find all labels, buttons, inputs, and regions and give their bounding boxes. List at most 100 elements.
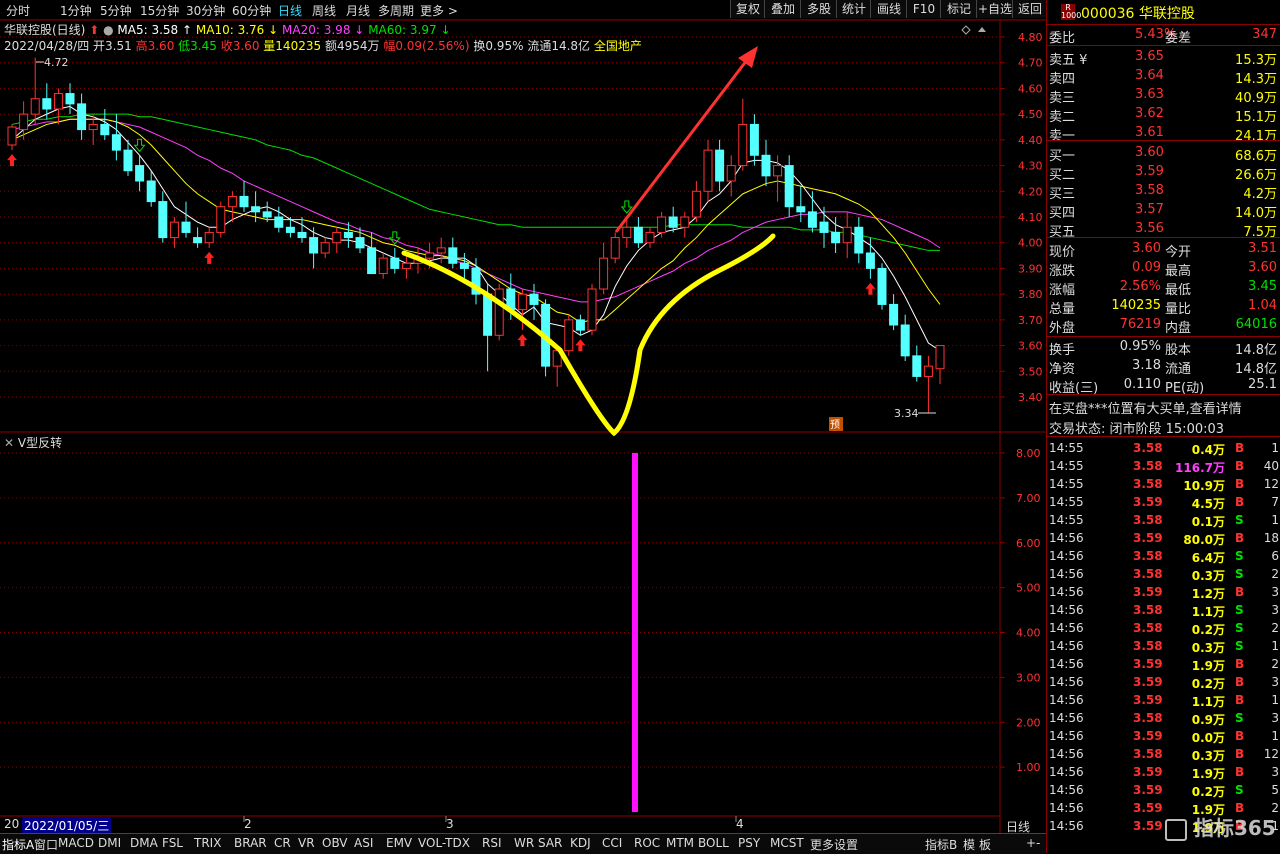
settings-icon[interactable]: ● (103, 23, 113, 37)
volume-label: 量140235 (263, 39, 322, 53)
indicator-tick-label: 2.00 (1016, 716, 1041, 729)
bottom-right-4[interactable]: + (1026, 836, 1036, 850)
bottom-right-2[interactable]: 板 (979, 836, 991, 853)
indicator-tab-25[interactable]: 设置 (834, 836, 858, 853)
candle-down (274, 216, 284, 228)
candle-down (807, 211, 817, 228)
price-tick-label: 3.50 (1018, 365, 1043, 378)
candle-up (517, 293, 527, 311)
close-icon[interactable]: ✕ (4, 436, 14, 450)
candle-down (889, 303, 899, 326)
buy-arrow-icon (575, 339, 586, 352)
indicator-tab-10[interactable]: OBV (322, 836, 348, 850)
indicator-tab-23[interactable]: MCST (770, 836, 804, 850)
ask-row[interactable]: 卖五 ¥3.65 15.3万 (1047, 48, 1280, 68)
indicator-tab-9[interactable]: VR (298, 836, 315, 850)
open-label: 开3.51 (93, 39, 132, 53)
buy-arrow-icon (204, 251, 215, 264)
quote-panel: R 1000 000036 华联控股 委比 5.43% 委差 347 卖五 ¥3.… (1046, 0, 1280, 853)
candle-up (204, 231, 214, 244)
tick-row: 14:56 3.59 0.2万 S 5 (1049, 783, 1279, 799)
fund-row: 收益(三) 0.110 PE(动) 25.1 (1049, 377, 1277, 396)
candle-down (900, 324, 910, 357)
ma60-label: MA60: 3.97 (368, 23, 437, 37)
candle-down (761, 154, 771, 177)
bid-row[interactable]: 买二 3.59 26.6万 (1047, 163, 1280, 183)
candle-up (436, 247, 446, 254)
tick-row: 14:56 3.59 0.0万 B 1 (1049, 729, 1279, 745)
fund-row: 换手 0.95% 股本 14.8亿 (1049, 339, 1277, 358)
indicator-tab-21[interactable]: BOLL (698, 836, 729, 850)
chart-header-line1: 华联控股(日线) ⬆ ● MA5: 3.58 ↑ MA10: 3.76 ↓ MA… (4, 23, 451, 37)
indicator-tab-16[interactable]: SAR (538, 836, 562, 850)
candle-down (309, 237, 319, 254)
indicator-tab-3[interactable]: DMI (98, 836, 121, 850)
indicator-tab-15[interactable]: WR (514, 836, 534, 850)
candle-down (239, 195, 249, 208)
indicator-tab-4[interactable]: DMA (130, 836, 158, 850)
tick-row: 14:56 3.58 6.4万 S 6 (1049, 549, 1279, 565)
indicator-tab-11[interactable]: ASI (354, 836, 373, 850)
ask-row[interactable]: 卖二 3.62 15.1万 (1047, 105, 1280, 125)
bid-row[interactable]: 买五 3.56 7.5万 (1047, 220, 1280, 240)
indicator-tab-18[interactable]: CCI (602, 836, 622, 850)
bottom-right-3[interactable]: 日线 (1006, 818, 1030, 835)
indicator-tab-8[interactable]: CR (274, 836, 291, 850)
v-reversal-signal-bar (632, 453, 638, 812)
indicator-tab-20[interactable]: MTM (666, 836, 694, 850)
indicator-tab-19[interactable]: ROC (634, 836, 660, 850)
bottom-right-0[interactable]: 指标B (925, 836, 957, 853)
price-tick-label: 4.00 (1018, 237, 1043, 250)
candle-down (854, 226, 864, 254)
bid-row[interactable]: 买三 3.58 4.2万 (1047, 182, 1280, 202)
ask-row[interactable]: 卖四 3.64 14.3万 (1047, 67, 1280, 87)
indicator-tick-label: 5.00 (1016, 582, 1041, 595)
low-price-label: 3.34 (894, 407, 919, 420)
indicator-tab-1[interactable]: 窗口 (34, 836, 58, 853)
indicator-tab-7[interactable]: BRAR (234, 836, 267, 850)
indicator-tab-17[interactable]: KDJ (570, 836, 591, 850)
candle-up (773, 165, 783, 177)
indicator-tab-12[interactable]: EMV (386, 836, 412, 850)
bid-row[interactable]: 买一 3.60 68.6万 (1047, 144, 1280, 164)
candle-up (169, 221, 179, 239)
ask-row[interactable]: 卖三 3.63 40.9万 (1047, 86, 1280, 106)
candle-down (111, 134, 121, 151)
indicator-tab-2[interactable]: MACD (58, 836, 94, 850)
indicator-tab-6[interactable]: TRIX (194, 836, 221, 850)
price-tick-label: 4.60 (1018, 82, 1043, 95)
candle-down (123, 149, 133, 172)
indicator-tab-0[interactable]: 指标A (2, 836, 34, 853)
bid-row[interactable]: 买四 3.57 14.0万 (1047, 201, 1280, 221)
selected-date: 2022/01/05/三 (22, 817, 112, 834)
indicator-tab-24[interactable]: 更多 (810, 836, 834, 853)
stat-row: 总量 140235 量比 1.04 (1049, 298, 1277, 317)
candle-down (784, 165, 794, 208)
float-label: 流通14.8亿 (527, 39, 591, 53)
price-tick-label: 3.80 (1018, 288, 1043, 301)
tick-row: 14:56 3.59 80.0万 B 18 (1049, 531, 1279, 547)
price-tick-label: 3.70 (1018, 314, 1043, 327)
candle-down (633, 226, 643, 244)
candle-up (645, 231, 655, 244)
indicator-tab-14[interactable]: RSI (482, 836, 502, 850)
indicator-tab-5[interactable]: FSL (162, 836, 183, 850)
price-tick-label: 4.70 (1018, 57, 1043, 70)
candle-up (587, 288, 597, 331)
v-shape-annotation (401, 233, 776, 437)
candle-up (227, 195, 237, 208)
forecast-badge-label: 预 (830, 419, 840, 431)
bottom-right-5[interactable]: - (1036, 836, 1040, 850)
candle-up (599, 257, 609, 290)
bottom-right-1[interactable]: 模 (963, 836, 975, 853)
chart-area[interactable]: 4.80 4.70 4.60 4.50 4.40 4.30 4.20 4.10 4.00 3.90… (0, 0, 1046, 833)
candle-down (146, 180, 156, 203)
indicator-tab-13[interactable]: VOL-TDX (418, 836, 470, 850)
indicator-title[interactable]: ✕ V型反转 (4, 434, 62, 451)
tick-row: 14:56 3.59 1.9万 B 2 (1049, 657, 1279, 673)
indicator-tab-22[interactable]: PSY (738, 836, 760, 850)
big-order-notice[interactable]: 在买盘***位置有大买单,查看详情 (1047, 397, 1280, 417)
candle-up (622, 226, 632, 239)
candle-up (320, 242, 330, 254)
tick-row: 14:56 3.58 0.3万 S 2 (1049, 567, 1279, 583)
